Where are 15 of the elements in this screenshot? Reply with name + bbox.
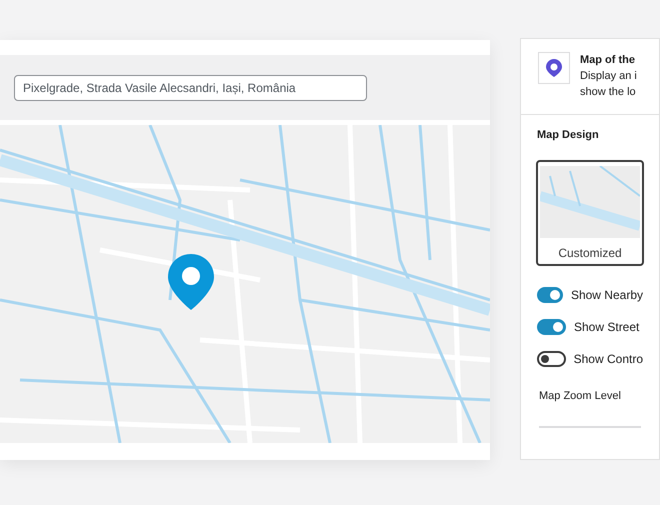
section-heading: Map Design	[536, 128, 600, 143]
toggle-switch[interactable]	[537, 286, 563, 302]
toggle-switch[interactable]	[537, 318, 566, 334]
location-pin-icon	[166, 252, 216, 312]
location-pin-icon	[544, 58, 564, 78]
block-description: Display an i	[580, 69, 637, 84]
toggle-label: Show Street	[574, 318, 640, 336]
toggle-label: Show Nearby	[570, 286, 643, 304]
toggle-label: Show Contro	[574, 350, 643, 368]
block-description: show the lo	[580, 85, 637, 100]
map-style-option[interactable]: Customized	[536, 160, 644, 266]
block-title: Map of the	[580, 53, 636, 68]
toggle-switch[interactable]	[537, 350, 566, 366]
zoom-level-label: Map Zoom Level	[538, 388, 622, 404]
location-field[interactable]: Pixelgrade, Strada Vasile Alecsandri, Iași, România	[14, 74, 367, 100]
